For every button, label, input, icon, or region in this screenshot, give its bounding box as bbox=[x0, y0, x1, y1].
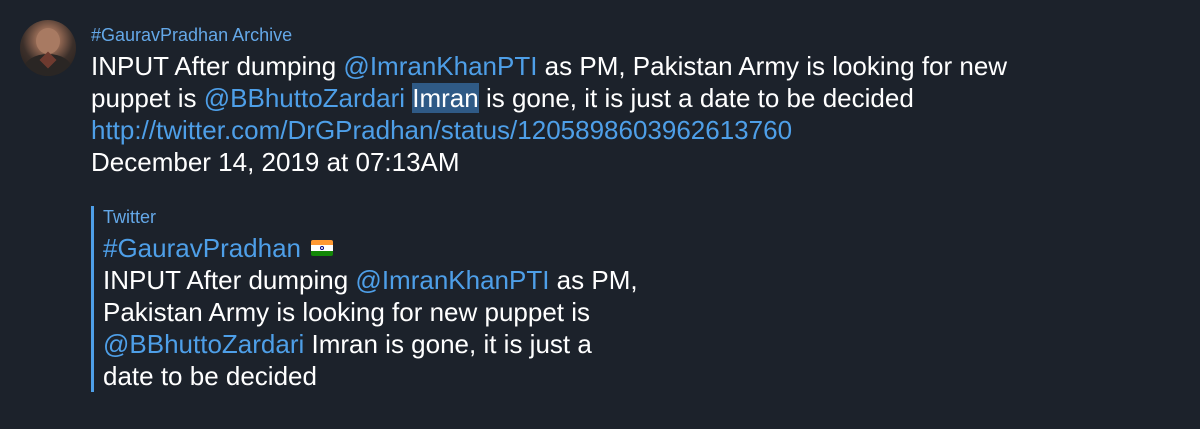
link-preview[interactable]: Twitter #GauravPradhan INPUT After dumpi… bbox=[91, 206, 803, 392]
preview-mention-bbhuttozardari[interactable]: @BBhuttoZardari bbox=[103, 329, 304, 359]
avatar-head bbox=[36, 28, 60, 54]
mention-bbhuttozardari[interactable]: @BBhuttoZardari bbox=[204, 83, 405, 113]
preview-title-text: #GauravPradhan bbox=[103, 233, 302, 263]
sender-name[interactable]: #GauravPradhan Archive bbox=[91, 22, 1181, 50]
message-bubble: #GauravPradhan Archive INPUT After dumpi… bbox=[91, 22, 1181, 178]
message-line1-suffix: as PM, Pakistan Army is looking for new bbox=[537, 51, 1008, 81]
preview-line-3: @BBhuttoZardari Imran is gone, it is jus… bbox=[103, 328, 803, 360]
preview-mention-imrankhanpti[interactable]: @ImranKhanPTI bbox=[355, 265, 549, 295]
india-flag-icon bbox=[311, 240, 334, 257]
avatar[interactable] bbox=[20, 20, 76, 76]
preview-text: INPUT After dumping @ImranKhanPTI as PM,… bbox=[103, 264, 803, 392]
message-date: December 14, 2019 at 07:13AM bbox=[91, 147, 460, 177]
preview-line3-suffix: Imran is gone, it is just a bbox=[304, 329, 592, 359]
preview-line-2: Pakistan Army is looking for new puppet … bbox=[103, 297, 591, 327]
message-line2-prefix: puppet is bbox=[91, 83, 204, 113]
message-line2-suffix: is gone, it is just a date to be decided bbox=[478, 83, 914, 113]
preview-source: Twitter bbox=[103, 207, 157, 227]
mention-imrankhanpti[interactable]: @ImranKhanPTI bbox=[343, 51, 537, 81]
preview-line-1: INPUT After dumping @ImranKhanPTI as PM, bbox=[103, 264, 803, 296]
selected-text[interactable]: Imran bbox=[412, 83, 479, 113]
preview-line-4: date to be decided bbox=[103, 361, 317, 391]
preview-line1-suffix: as PM, bbox=[549, 265, 638, 295]
status-link[interactable]: http://twitter.com/DrGPradhan/status/120… bbox=[91, 114, 1181, 146]
preview-title: #GauravPradhan bbox=[103, 232, 803, 264]
message-line1-prefix: INPUT After dumping bbox=[91, 51, 344, 81]
message-text: INPUT After dumping @ImranKhanPTI as PM,… bbox=[91, 50, 1181, 178]
preview-line1-prefix: INPUT After dumping bbox=[103, 265, 356, 295]
